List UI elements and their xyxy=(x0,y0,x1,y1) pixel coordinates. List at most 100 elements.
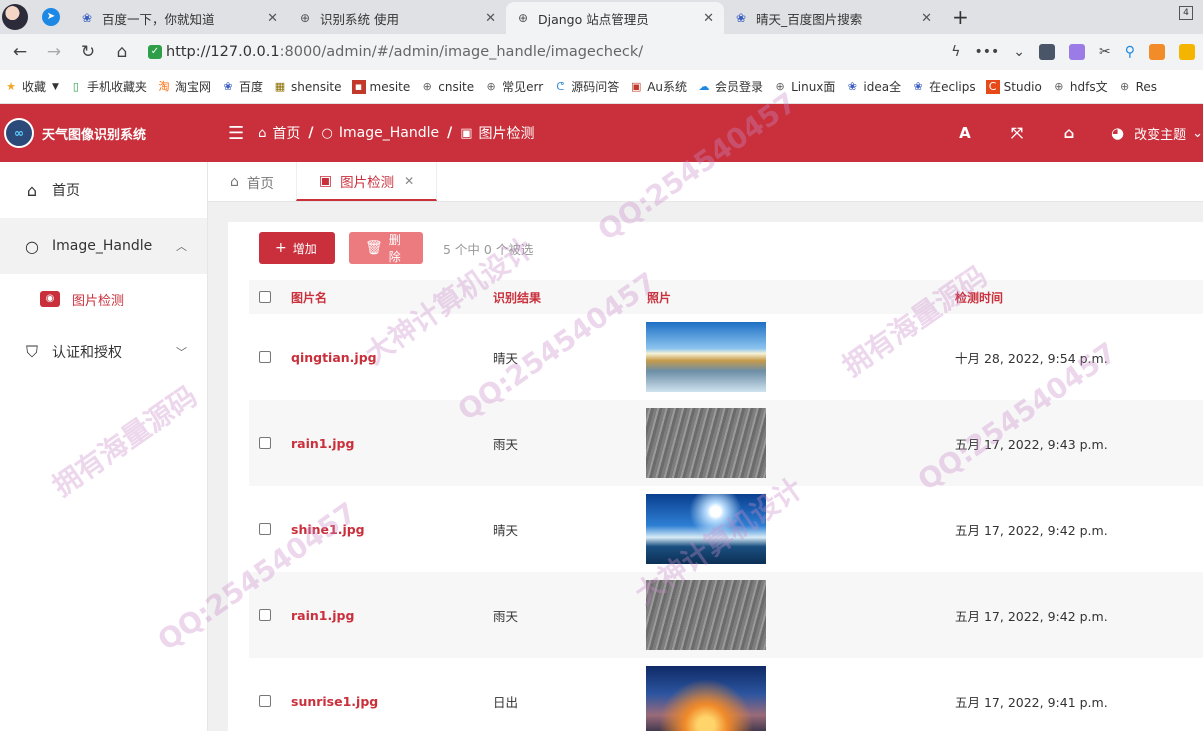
tab-home[interactable]: ⌂ 首页 xyxy=(208,162,296,201)
browser-tab-active[interactable]: ⊕ Django 站点管理员 ✕ xyxy=(506,2,724,34)
row-checkbox[interactable] xyxy=(259,437,271,449)
shield-ext-icon[interactable] xyxy=(1179,44,1195,60)
camera-icon: ▣ xyxy=(460,125,473,141)
row-time: 五月 17, 2022, 9:43 p.m. xyxy=(955,436,1108,452)
search-icon[interactable]: ⚲ xyxy=(1125,44,1135,60)
row-name-link[interactable]: qingtian.jpg xyxy=(291,350,377,365)
close-icon[interactable]: ✕ xyxy=(485,11,496,26)
game-icon[interactable] xyxy=(1149,44,1165,60)
dropdown-icon: ▼ xyxy=(52,81,59,92)
close-icon[interactable]: ✕ xyxy=(921,11,932,26)
sidebar-item-home[interactable]: ⌂ 首页 xyxy=(0,162,207,218)
column-header-result[interactable]: 识别结果 xyxy=(493,289,541,306)
shield-icon: ✓ xyxy=(148,45,162,59)
bookmark-item[interactable]: ❀ idea全 xyxy=(845,78,901,95)
row-name-link[interactable]: rain1.jpg xyxy=(291,436,354,451)
select-all-checkbox[interactable] xyxy=(259,291,271,303)
reload-icon[interactable]: ↻ xyxy=(76,42,100,62)
fullscreen-icon[interactable]: ⤧ xyxy=(991,124,1043,142)
column-header-name[interactable]: 图片名 xyxy=(291,289,327,306)
bookmark-item[interactable]: ⊕ cnsite xyxy=(420,80,475,94)
bookmark-item[interactable]: ⊕ Res xyxy=(1118,80,1157,94)
au-icon: ▣ xyxy=(631,79,642,93)
palette-icon: ◕ xyxy=(1110,124,1125,142)
row-checkbox[interactable] xyxy=(259,523,271,535)
row-checkbox[interactable] xyxy=(259,351,271,363)
sidebar-item-auth[interactable]: ⛉ 认证和授权 ﹀ xyxy=(0,324,207,380)
bookmark-item[interactable]: C Studio xyxy=(985,79,1042,94)
row-checkbox[interactable] xyxy=(259,609,271,621)
red-square-icon: ▪ xyxy=(351,79,366,94)
sidebar-item-image-check[interactable]: ◉ 图片检测 xyxy=(0,274,207,324)
extension-icon[interactable] xyxy=(1039,44,1055,60)
row-photo xyxy=(646,580,766,650)
tab-image-check[interactable]: ▣ 图片检测 ✕ xyxy=(295,162,438,201)
close-icon[interactable]: ✕ xyxy=(703,11,714,26)
row-time: 十月 28, 2022, 9:54 p.m. xyxy=(955,350,1108,366)
globe-icon: ⊕ xyxy=(517,11,529,25)
bookmark-item[interactable]: ▦ shensite xyxy=(273,80,342,94)
star-icon: ★ xyxy=(6,79,16,93)
home-icon[interactable]: ⌂ xyxy=(110,42,134,62)
tab-count-badge[interactable]: 4 xyxy=(1179,6,1193,20)
bookmark-item[interactable]: ★ 收藏 ▼ xyxy=(4,78,59,95)
browser-tab[interactable]: ❀ 晴天_百度图片搜索 ✕ xyxy=(724,2,942,34)
forward-icon[interactable]: → xyxy=(42,42,66,62)
font-size-button[interactable]: A xyxy=(939,124,991,142)
globe-icon: ⊕ xyxy=(1054,79,1064,93)
menu-toggle-icon[interactable]: ☰ xyxy=(228,123,244,144)
swirl-icon: ᕦ xyxy=(556,79,565,93)
telegram-icon[interactable]: ➤ xyxy=(42,8,60,26)
c-icon: C xyxy=(985,79,1000,94)
scissors-icon[interactable]: ✂ xyxy=(1099,44,1111,60)
new-tab-button[interactable]: + xyxy=(952,5,969,29)
more-icon[interactable]: ••• xyxy=(974,44,999,60)
column-header-time[interactable]: 检测时间 xyxy=(955,289,1003,306)
bookmark-item[interactable]: ⊕ hdfs文 xyxy=(1052,78,1107,95)
column-header-photo[interactable]: 照片 xyxy=(647,289,671,306)
close-icon[interactable]: ✕ xyxy=(404,174,414,188)
change-theme-button[interactable]: ◕ 改变主题 ⌄ xyxy=(1111,124,1203,143)
bookmark-item[interactable]: ☁ 会员登录 xyxy=(697,78,764,95)
row-result: 雨天 xyxy=(493,608,519,624)
row-checkbox[interactable] xyxy=(259,695,271,707)
bookmark-item[interactable]: ⊕ 常见err xyxy=(484,78,544,95)
grid-icon: ▦ xyxy=(274,79,286,93)
app-header: ∞ 天气图像识别系统 ☰ ⌂ 首页 / ○ Image_Handle / ▣ 图… xyxy=(0,104,1203,162)
bookmark-item[interactable]: 淘淘宝网 xyxy=(157,78,211,95)
bookmark-item[interactable]: ❀ 百度 xyxy=(221,78,263,95)
bookmark-item[interactable]: ▪ mesite xyxy=(351,79,410,94)
main-area: + 增加 🗑 删除 5 个中 0 个被选 图片名 识别结果 照片 检测时间 qi… xyxy=(208,202,1203,731)
breadcrumb-home[interactable]: 首页 xyxy=(272,123,300,143)
chevron-down-icon[interactable]: ⌄ xyxy=(1013,44,1025,60)
bookmark-item[interactable]: ❀ 在eclips xyxy=(911,78,976,95)
bookmark-item[interactable]: ᕦ 源码问答 xyxy=(553,78,619,95)
camera-icon: ▣ xyxy=(318,172,333,189)
profile-avatar[interactable] xyxy=(2,4,28,30)
translate-icon[interactable] xyxy=(1069,44,1085,60)
camera-icon: ◉ xyxy=(40,291,60,307)
chevron-down-icon: ﹀ xyxy=(176,346,187,359)
breadcrumb: ⌂ 首页 / ○ Image_Handle / ▣ 图片检测 xyxy=(258,123,534,143)
paw-icon: ❀ xyxy=(913,79,923,93)
row-result: 晴天 xyxy=(493,522,519,538)
bookmark-item[interactable]: ▣ Au系统 xyxy=(629,78,687,95)
bookmark-item[interactable]: ⊕ Linux面 xyxy=(773,78,835,95)
bookmark-item[interactable]: ▯ 手机收藏夹 xyxy=(69,78,147,95)
close-icon[interactable]: ✕ xyxy=(267,11,278,26)
add-button[interactable]: + 增加 xyxy=(259,232,335,264)
browser-tab[interactable]: ❀ 百度一下，你就知道 ✕ xyxy=(70,2,288,34)
lightning-icon[interactable]: ϟ xyxy=(951,44,960,60)
row-name-link[interactable]: shine1.jpg xyxy=(291,522,365,537)
sidebar-item-image-handle[interactable]: ○ Image_Handle ︿ xyxy=(0,218,207,274)
url-field[interactable]: ✓ http://127.0.0.1:8000/admin/#/admin/im… xyxy=(144,38,951,66)
toolbar: + 增加 🗑 删除 5 个中 0 个被选 xyxy=(259,232,533,264)
row-name-link[interactable]: rain1.jpg xyxy=(291,608,354,623)
breadcrumb-app[interactable]: Image_Handle xyxy=(339,125,439,141)
delete-button[interactable]: 🗑 删除 xyxy=(349,232,423,264)
row-time: 五月 17, 2022, 9:41 p.m. xyxy=(955,694,1108,710)
row-name-link[interactable]: sunrise1.jpg xyxy=(291,694,378,709)
home-icon[interactable]: ⌂ xyxy=(1043,124,1095,142)
browser-tab[interactable]: ⊕ 识别系统 使用 ✕ xyxy=(288,2,506,34)
back-icon[interactable]: ← xyxy=(8,42,32,62)
